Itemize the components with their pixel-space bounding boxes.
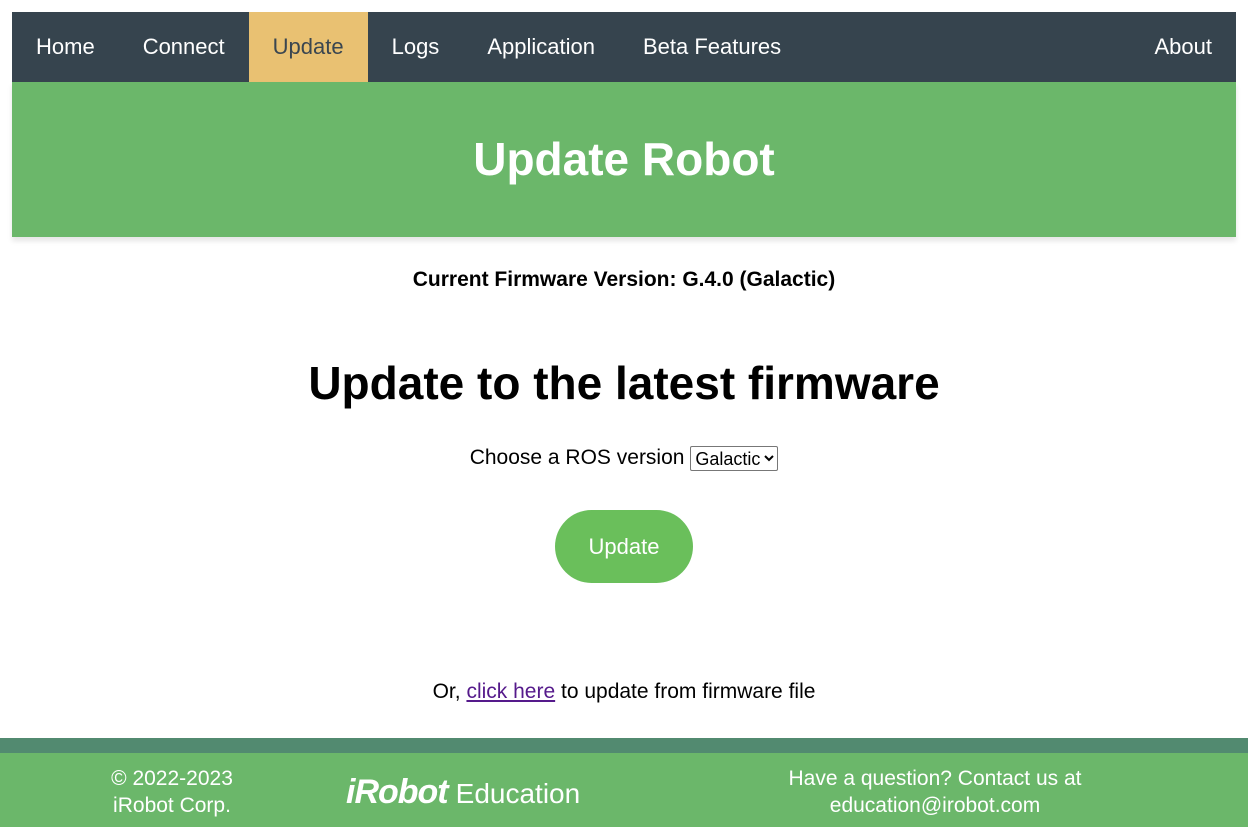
current-firmware-version: Current Firmware Version: G.4.0 (Galacti… xyxy=(412,268,836,291)
ros-version-select[interactable]: Galactic xyxy=(690,446,779,471)
footer: © 2022-2023 iRobot Corp. iRobot Education … xyxy=(0,753,1248,827)
contact: Have a question? Contact us at education@… xyxy=(788,765,1081,819)
nav-beta-features[interactable]: Beta Features xyxy=(619,12,805,82)
nav-about[interactable]: About xyxy=(1131,12,1237,82)
copyright-years: © 2022-2023 xyxy=(111,767,233,790)
copyright: © 2022-2023 iRobot Corp. xyxy=(111,765,233,819)
contact-email[interactable]: education@irobot.com xyxy=(788,792,1081,819)
footer-divider xyxy=(0,738,1248,753)
company-name: iRobot Corp. xyxy=(113,794,231,817)
firmware-file-row: Or, click here to update from firmware f… xyxy=(0,680,1248,704)
update-heading: Update to the latest firmware xyxy=(308,357,940,409)
logo-suffix: Education xyxy=(455,778,581,809)
nav-logs[interactable]: Logs xyxy=(368,12,464,82)
nav-update[interactable]: Update xyxy=(248,12,368,82)
nav-home[interactable]: Home xyxy=(12,12,119,82)
ros-version-label: Choose a ROS version xyxy=(469,446,685,470)
nav-application[interactable]: Application xyxy=(463,12,619,82)
or-prefix: Or, xyxy=(432,680,461,703)
irobot-education-logo: iRobot Education xyxy=(346,773,580,812)
ros-version-row: Choose a ROS version Galactic xyxy=(0,446,1248,471)
page-title: Update Robot xyxy=(12,82,1236,237)
logo-brand: iRobot xyxy=(346,773,449,811)
nav-spacer xyxy=(805,12,1130,82)
update-button[interactable]: Update xyxy=(555,510,693,583)
nav-connect[interactable]: Connect xyxy=(119,12,249,82)
click-here-link[interactable]: click here xyxy=(466,680,555,703)
or-suffix: to update from firmware file xyxy=(560,680,816,703)
contact-question: Have a question? Contact us at xyxy=(788,767,1082,790)
top-nav: Home Connect Update Logs Application Bet… xyxy=(12,12,1236,82)
